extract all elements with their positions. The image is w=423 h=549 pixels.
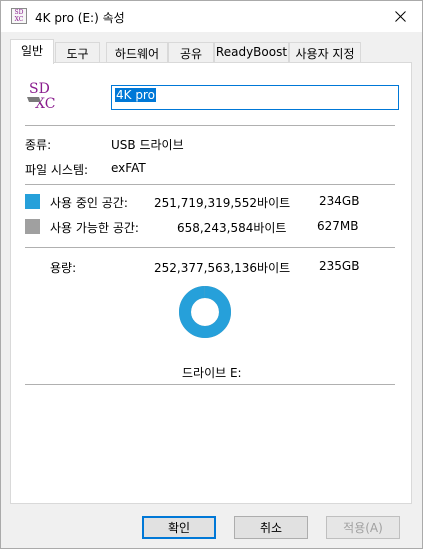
sdxc-drive-icon: SD XC [11,8,27,24]
apply-button[interactable]: 적용(A) [326,516,400,539]
properties-window: SD XC 4K pro (E:) 속성 일반 도구 하드웨어 공유 Ready… [0,0,423,549]
used-space-label: 사용 중인 공간: [50,196,128,210]
sdxc-card-icon: SD XC [27,81,55,112]
separator [25,125,395,126]
tab-customize[interactable]: 사용자 지정 [289,42,361,63]
type-value: USB 드라이브 [111,138,184,152]
free-space-label: 사용 가능한 공간: [50,221,139,235]
filesystem-label: 파일 시스템: [25,163,89,177]
capacity-size: 235GB [319,259,360,273]
usage-donut-chart [179,286,231,338]
separator [25,247,395,248]
tab-strip: 일반 도구 하드웨어 공유 ReadyBoost 사용자 지정 [10,39,412,64]
free-space-swatch [25,219,40,234]
cancel-button[interactable]: 취소 [234,516,308,539]
drive-name-value: 4K pro [115,88,156,102]
close-icon [394,11,406,22]
title-bar[interactable]: SD XC 4K pro (E:) 속성 [1,1,422,32]
icon-text-bottom: XC [14,16,24,23]
capacity-label: 용량: [50,261,77,275]
tab-sharing[interactable]: 공유 [168,42,214,63]
drive-letter-label: 드라이브 E: [182,366,242,380]
drive-icon-text-top: SD [29,81,50,97]
window-title: 4K pro (E:) 속성 [35,11,125,25]
tab-readyboost[interactable]: ReadyBoost [214,42,289,63]
used-space-swatch [25,194,40,209]
capacity-bytes: 252,377,563,136바이트 [154,261,291,275]
icon-text-top: SD [14,9,24,16]
ok-button[interactable]: 확인 [142,516,216,539]
separator [25,184,395,185]
filesystem-value: exFAT [111,161,146,175]
free-space-size: 627MB [317,219,359,233]
tab-tools[interactable]: 도구 [55,42,100,63]
general-panel: SD XC 4K pro 종류: USB 드라이브 파일 시스템: exFAT … [10,62,412,504]
drive-name-input[interactable]: 4K pro [111,85,399,110]
tab-general[interactable]: 일반 [10,39,54,64]
separator [25,384,395,385]
type-label: 종류: [25,138,52,152]
free-space-bytes: 658,243,584바이트 [177,221,287,235]
used-space-size: 234GB [319,194,360,208]
tab-hardware[interactable]: 하드웨어 [106,42,168,63]
used-space-bytes: 251,719,319,552바이트 [154,196,291,210]
close-button[interactable] [378,1,422,32]
